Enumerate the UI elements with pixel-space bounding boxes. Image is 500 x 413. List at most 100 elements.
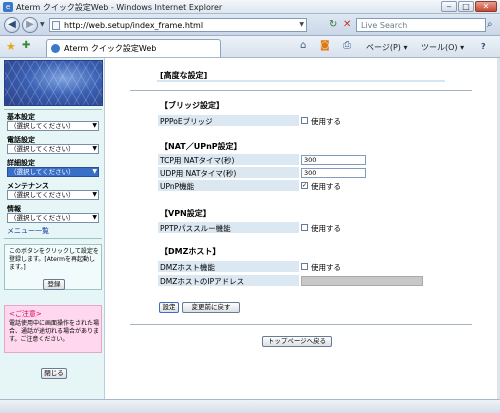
phone-settings-select[interactable]: （選択してください） ▼ <box>7 144 99 154</box>
print-icon[interactable]: ⎙ <box>343 40 351 51</box>
field-label: PPPoEブリッジ <box>160 117 213 126</box>
field-label: DMZホスト機能 <box>160 263 215 272</box>
back-arrow-icon[interactable]: ◀ <box>4 17 20 33</box>
select-value: （選択してください） <box>10 214 75 222</box>
address-bar: ◀ ▶ ▼ http://web.setup/index_frame.html … <box>0 14 500 36</box>
ie-app-icon: e <box>3 2 13 12</box>
restore-button[interactable]: 変更前に戻す <box>182 302 240 313</box>
field-label: UDP用 NATタイマ(秒) <box>160 169 237 178</box>
refresh-icon[interactable]: ↻ <box>329 19 337 30</box>
page-menu[interactable]: ページ(P) ▾ <box>366 42 407 53</box>
select-value: （選択してください） <box>10 168 75 176</box>
field-label: DMZホストのIPアドレス <box>160 277 245 286</box>
section-title-vpn: 【VPN設定】 <box>160 209 211 218</box>
dmz-host-row: DMZホスト機能 使用する <box>158 260 446 273</box>
caution-title: <ご注意> <box>9 310 42 318</box>
tools-menu[interactable]: ツール(O) ▾ <box>421 42 464 53</box>
page-menu-label: ページ(P) <box>366 43 401 52</box>
url-input[interactable]: http://web.setup/index_frame.html ▼ <box>49 18 307 32</box>
section-title-nat: 【NAT／UPnP設定】 <box>160 142 242 151</box>
sidebar-divider <box>4 109 102 110</box>
tab-aterm[interactable]: Aterm クイック設定Web <box>46 39 221 57</box>
checkbox-label: 使用する <box>311 224 341 233</box>
site-icon <box>51 44 60 53</box>
window-title-bar: e Aterm クイック設定Web - Windows Internet Exp… <box>0 0 500 14</box>
field-label: PPTPパススルー機能 <box>160 224 231 233</box>
sidebar-divider <box>4 238 102 239</box>
page-title: [高度な設定] <box>160 71 208 80</box>
dmz-ip-row: DMZホストのIPアドレス <box>158 274 446 287</box>
select-value: （選択してください） <box>10 122 75 130</box>
checkbox-label: 使用する <box>311 263 341 272</box>
home-icon[interactable]: ⌂ <box>300 40 306 51</box>
field-label: TCP用 NATタイマ(秒) <box>160 156 235 165</box>
checkbox-label: 使用する <box>311 117 341 126</box>
minimize-button[interactable]: ‒ <box>441 1 457 12</box>
section-title-bridge: 【ブリッジ設定】 <box>160 101 224 110</box>
sidebar: 基本設定 （選択してください） ▼ 電話設定 （選択してください） ▼ 詳細設定… <box>0 58 105 399</box>
udp-nat-timer-row: UDP用 NATタイマ(秒) 300 <box>158 166 446 179</box>
url-dropdown-icon[interactable]: ▼ <box>299 21 304 28</box>
apply-button[interactable]: 設定 <box>159 302 179 313</box>
chevron-down-icon: ▼ <box>92 145 97 152</box>
close-button[interactable]: 閉じる <box>41 368 67 379</box>
checkbox-label: 使用する <box>311 182 341 191</box>
stop-icon[interactable]: ✕ <box>343 19 351 30</box>
field-value: 使用する <box>299 115 446 127</box>
aterm-logo <box>4 60 103 106</box>
tcp-nat-timer-input[interactable]: 300 <box>301 155 366 165</box>
field-value <box>299 275 446 287</box>
tcp-nat-timer-row: TCP用 NATタイマ(秒) 300 <box>158 153 446 166</box>
field-value: 使用する <box>299 261 446 273</box>
favorites-star-icon[interactable]: ★ <box>6 40 16 53</box>
page-content: 基本設定 （選択してください） ▼ 電話設定 （選択してください） ▼ 詳細設定… <box>0 58 497 399</box>
search-input[interactable]: Live Search <box>356 18 486 32</box>
back-to-top-button[interactable]: トップページへ戻る <box>262 336 332 347</box>
status-bar <box>0 399 500 413</box>
page-icon <box>52 21 60 30</box>
tab-label: Aterm クイック設定Web <box>64 44 157 53</box>
chevron-down-icon: ▼ <box>92 214 97 221</box>
divider <box>130 90 472 91</box>
dmz-ip-input[interactable] <box>301 276 423 286</box>
advanced-settings-select[interactable]: （選択してください） ▼ <box>7 167 99 177</box>
caution-box: <ご注意> 電話使用中に画面操作をされた場合、通話が途切れる場合があります。ご注… <box>4 305 102 353</box>
forward-arrow-icon[interactable]: ▶ <box>22 17 38 33</box>
help-icon[interactable]: ? <box>481 42 486 51</box>
search-placeholder: Live Search <box>361 21 408 30</box>
dmz-host-checkbox[interactable] <box>301 263 308 270</box>
divider <box>130 324 472 325</box>
close-window-button[interactable]: ✕ <box>475 1 497 12</box>
field-value: 300 <box>299 154 446 166</box>
chevron-down-icon: ▼ <box>92 191 97 198</box>
page-title-bar: [高度な設定] <box>157 70 445 82</box>
url-text: http://web.setup/index_frame.html <box>64 21 204 30</box>
search-icon[interactable]: ⌕ <box>487 19 493 30</box>
info-select[interactable]: （選択してください） ▼ <box>7 213 99 223</box>
menu-list-link[interactable]: メニュー一覧 <box>7 226 49 236</box>
caution-text: 電話使用中に画面操作をされた場合、通話が途切れる場合があります。ご注意ください。 <box>9 320 100 343</box>
section-title-dmz: 【DMZホスト】 <box>160 247 221 256</box>
maximize-button[interactable]: □ <box>458 1 474 12</box>
pptp-passthrough-checkbox[interactable] <box>301 224 308 231</box>
tab-command-bar: ★ ✚ Aterm クイック設定Web ⌂ ◙ ⎙ ページ(P) ▾ ツール(O… <box>0 36 500 58</box>
tools-menu-label: ツール(O) <box>421 43 458 52</box>
maintenance-select[interactable]: （選択してください） ▼ <box>7 190 99 200</box>
feeds-icon[interactable]: ◙ <box>320 40 330 51</box>
field-value: ✓ 使用する <box>299 180 446 192</box>
field-value: 使用する <box>299 222 446 234</box>
main-panel: [高度な設定] 【ブリッジ設定】 PPPoEブリッジ 使用する 【NAT／UPn… <box>105 58 497 399</box>
upnp-row: UPnP機能 ✓ 使用する <box>158 179 446 192</box>
upnp-checkbox[interactable]: ✓ <box>301 182 308 189</box>
window-title: Aterm クイック設定Web - Windows Internet Explo… <box>16 3 223 12</box>
register-note: このボタンをクリックして設定を登録します。[Atermを再起動します。] <box>9 248 99 271</box>
pppoe-bridge-row: PPPoEブリッジ 使用する <box>158 114 446 127</box>
add-favorite-icon[interactable]: ✚ <box>22 40 30 51</box>
pppoe-bridge-checkbox[interactable] <box>301 117 308 124</box>
chevron-down-icon: ▼ <box>92 122 97 129</box>
recent-pages-dropdown-icon[interactable]: ▼ <box>40 21 45 28</box>
pptp-passthrough-row: PPTPパススルー機能 使用する <box>158 221 446 234</box>
udp-nat-timer-input[interactable]: 300 <box>301 168 366 178</box>
register-button[interactable]: 登録 <box>43 279 65 290</box>
basic-settings-select[interactable]: （選択してください） ▼ <box>7 121 99 131</box>
